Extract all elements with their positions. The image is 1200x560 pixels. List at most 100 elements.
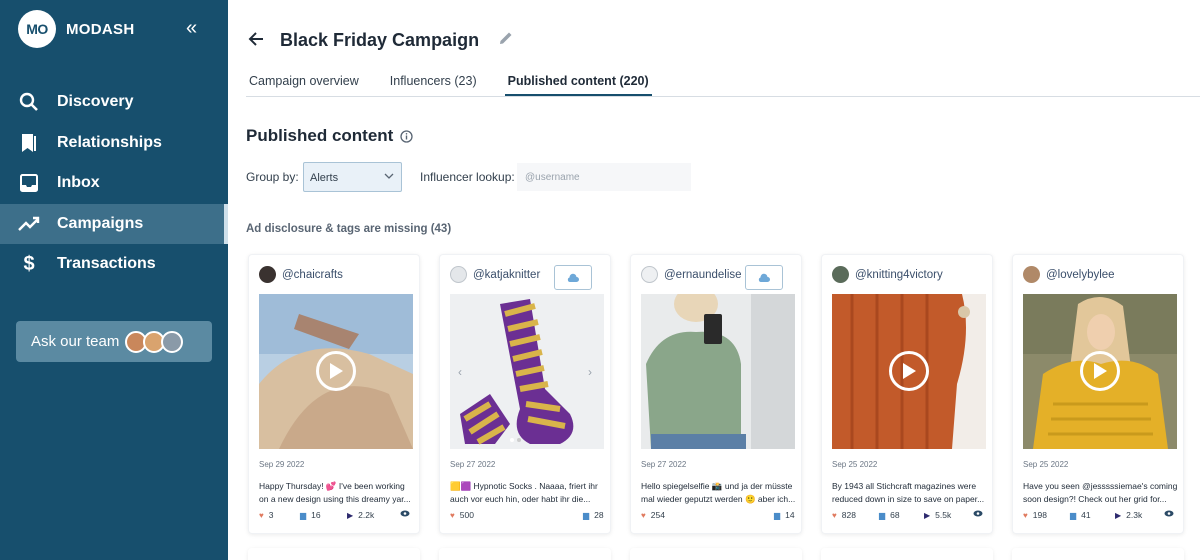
views-count: 2.2k	[358, 510, 375, 520]
comment-icon: ▆	[300, 510, 307, 520]
info-icon[interactable]	[400, 130, 413, 148]
eye-icon[interactable]	[400, 510, 410, 517]
play-small-icon: ▶	[347, 510, 354, 520]
content-card[interactable]: @chaicrafts Sep 29 2022 Happy Thursday! …	[248, 254, 420, 534]
content-card[interactable]	[1012, 548, 1184, 560]
post-media[interactable]: ‹ ›	[450, 294, 604, 449]
eye-icon[interactable]	[1164, 510, 1174, 517]
influencer-lookup-label: Influencer lookup:	[420, 170, 515, 184]
group-by-select[interactable]: Alerts	[303, 162, 402, 192]
content-card[interactable]	[439, 548, 611, 560]
content-card[interactable]: @knitting4victory Sep 25 2022 By 1943 al…	[821, 254, 993, 534]
content-card[interactable]: @lovelybylee Sep 25 2022 Have you seen @…	[1012, 254, 1184, 534]
download-button[interactable]	[554, 265, 592, 290]
sidebar-item-label: Inbox	[57, 174, 100, 192]
post-date: Sep 27 2022	[641, 460, 687, 469]
chevron-right-icon[interactable]: ›	[588, 365, 592, 379]
sidebar-item-label: Relationships	[57, 133, 162, 151]
influencer-handle[interactable]: @knitting4victory	[855, 269, 943, 281]
likes-stat: ♥ 500	[450, 510, 474, 520]
brand[interactable]: MO MODASH	[18, 10, 134, 48]
views-count: 5.5k	[935, 510, 952, 520]
content-card[interactable]	[821, 548, 993, 560]
avatar	[259, 266, 276, 283]
dollar-icon: $	[23, 252, 35, 275]
ask-team-button[interactable]: Ask our team	[16, 321, 212, 362]
sidebar-item-discovery[interactable]: Discovery	[0, 82, 228, 123]
card-header: @katjaknitter	[450, 266, 540, 283]
tab-influencers[interactable]: Influencers (23)	[387, 66, 480, 96]
influencer-handle[interactable]: @lovelybylee	[1046, 269, 1115, 281]
post-media[interactable]	[641, 294, 795, 449]
heart-icon: ♥	[259, 510, 264, 520]
post-caption: Have you seen @jesssssiemae's coming soo…	[1023, 481, 1178, 504]
likes-stat: ♥ 254	[641, 510, 665, 520]
chevron-left-icon[interactable]: ‹	[458, 365, 462, 379]
heart-icon: ♥	[1023, 510, 1028, 520]
influencer-handle[interactable]: @katjaknitter	[473, 269, 540, 281]
content-card[interactable]: @katjaknitter ‹ › Sep 27 2022 🟨🟪 Hypnoti…	[439, 254, 611, 534]
tab-campaign-overview[interactable]: Campaign overview	[246, 66, 362, 96]
card-header: @lovelybylee	[1023, 266, 1115, 283]
content-card[interactable]	[248, 548, 420, 560]
card-header: @ernaundelise	[641, 266, 742, 283]
inbox-icon	[18, 172, 40, 194]
play-small-icon: ▶	[924, 510, 931, 520]
post-media[interactable]	[1023, 294, 1177, 449]
bookmarks-icon	[18, 132, 40, 154]
sidebar-item-transactions[interactable]: $ Transactions	[0, 244, 228, 285]
play-icon[interactable]	[316, 351, 356, 391]
content-card[interactable]: @ernaundelise Sep 27 2022 Hello spiegels…	[630, 254, 802, 534]
views-stat: ▶ 5.5k	[924, 510, 951, 520]
sidebar-item-relationships[interactable]: Relationships	[0, 123, 228, 164]
post-media[interactable]	[832, 294, 986, 449]
views-stat: ▶ 2.3k	[1115, 510, 1142, 520]
sidebar-item-label: Discovery	[57, 93, 134, 111]
avatar	[161, 330, 184, 353]
views-stat: ▶ 2.2k	[347, 510, 374, 520]
likes-count: 500	[459, 510, 474, 520]
likes-stat: ♥ 198	[1023, 510, 1047, 520]
cloud-download-icon	[567, 273, 579, 282]
card-header: @chaicrafts	[259, 266, 343, 283]
play-icon[interactable]	[889, 351, 929, 391]
eye-icon[interactable]	[973, 510, 983, 517]
heart-icon: ♥	[832, 510, 837, 520]
content-card[interactable]	[630, 548, 802, 560]
likes-stat: ♥ 828	[832, 510, 856, 520]
post-media[interactable]	[259, 294, 413, 449]
influencer-handle[interactable]: @chaicrafts	[282, 269, 343, 281]
influencer-lookup-input[interactable]	[517, 163, 691, 191]
comments-stat: ▆ 28	[583, 510, 604, 520]
sidebar-item-inbox[interactable]: Inbox	[0, 163, 228, 204]
tab-published-content[interactable]: Published content (220)	[504, 66, 652, 96]
group-by-label: Group by:	[246, 170, 299, 184]
post-date: Sep 25 2022	[832, 460, 878, 469]
download-button[interactable]	[745, 265, 783, 290]
likes-count: 3	[268, 510, 274, 520]
double-chevron-left-icon[interactable]: «	[186, 18, 197, 38]
content-cards: @chaicrafts Sep 29 2022 Happy Thursday! …	[248, 254, 1200, 560]
avatar	[641, 266, 658, 283]
carousel-dot[interactable]	[510, 438, 514, 442]
post-caption: 🟨🟪 Hypnotic Socks . Naaaa, friert ihr au…	[450, 481, 598, 504]
views-count: 2.3k	[1126, 510, 1143, 520]
play-icon[interactable]	[1080, 351, 1120, 391]
play-small-icon: ▶	[1115, 510, 1122, 520]
sidebar-item-campaigns[interactable]: Campaigns	[0, 203, 228, 244]
brand-name: MODASH	[66, 20, 135, 38]
likes-count: 198	[1032, 510, 1047, 520]
post-caption: Hello spiegelselfie 📸 und ja der müsste …	[641, 481, 796, 504]
modash-logo: MO	[18, 10, 56, 48]
back-arrow-icon[interactable]	[248, 30, 264, 53]
pencil-icon[interactable]	[498, 30, 514, 51]
section-title: Published content	[246, 126, 394, 145]
comments-stat: ▆ 41	[1070, 510, 1091, 520]
carousel-dot[interactable]	[517, 438, 521, 442]
post-date: Sep 25 2022	[1023, 460, 1069, 469]
sidebar: MO MODASH « Discovery Relationships Inbo…	[0, 0, 228, 560]
trending-up-icon	[18, 213, 40, 235]
comments-stat: ▆ 68	[879, 510, 900, 520]
influencer-handle[interactable]: @ernaundelise	[664, 269, 742, 281]
page-title: Black Friday Campaign	[280, 30, 480, 50]
